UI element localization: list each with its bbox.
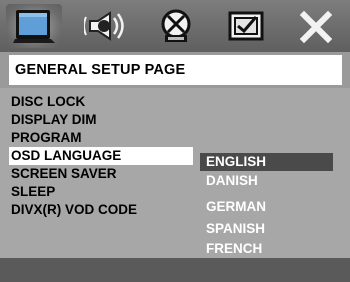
tab-exit[interactable] — [288, 4, 344, 48]
tab-audio-setup[interactable] — [78, 4, 134, 48]
general-setup-icon — [11, 7, 57, 45]
page-title: GENERAL SETUP PAGE — [15, 62, 186, 78]
status-bar — [0, 258, 350, 282]
settings-panel: DISC LOCK DISPLAY DIM PROGRAM OSD LANGUA… — [0, 88, 350, 258]
menu-item-divx-vod-code[interactable]: DIVX(R) VOD CODE — [9, 201, 193, 219]
setup-tab-bar — [0, 0, 350, 52]
menu-item-osd-language[interactable]: OSD LANGUAGE — [9, 147, 193, 165]
menu-item-program[interactable]: PROGRAM — [9, 129, 193, 147]
menu-item-screen-saver[interactable]: SCREEN SAVER — [9, 165, 193, 183]
exit-icon — [294, 7, 338, 45]
language-option-spanish[interactable]: SPANISH — [200, 220, 333, 238]
language-option-english[interactable]: ENGLISH — [200, 153, 333, 171]
menu-item-display-dim[interactable]: DISPLAY DIM — [9, 111, 193, 129]
language-option-french[interactable]: FRENCH — [200, 240, 333, 258]
setup-menu-screen: GENERAL SETUP PAGE DISC LOCK DISPLAY DIM… — [0, 0, 350, 282]
video-setup-icon — [154, 7, 198, 45]
language-option-german[interactable]: GERMAN — [200, 198, 333, 216]
tab-preference-setup[interactable] — [218, 4, 274, 48]
menu-item-sleep[interactable]: SLEEP — [9, 183, 193, 201]
preference-setup-icon — [224, 7, 268, 45]
page-title-bar: GENERAL SETUP PAGE — [9, 55, 342, 85]
language-option-danish[interactable]: DANISH — [200, 172, 333, 190]
menu-item-disc-lock[interactable]: DISC LOCK — [9, 93, 193, 111]
tab-general-setup[interactable] — [6, 4, 62, 48]
audio-setup-icon — [84, 7, 128, 45]
tab-video-setup[interactable] — [148, 4, 204, 48]
